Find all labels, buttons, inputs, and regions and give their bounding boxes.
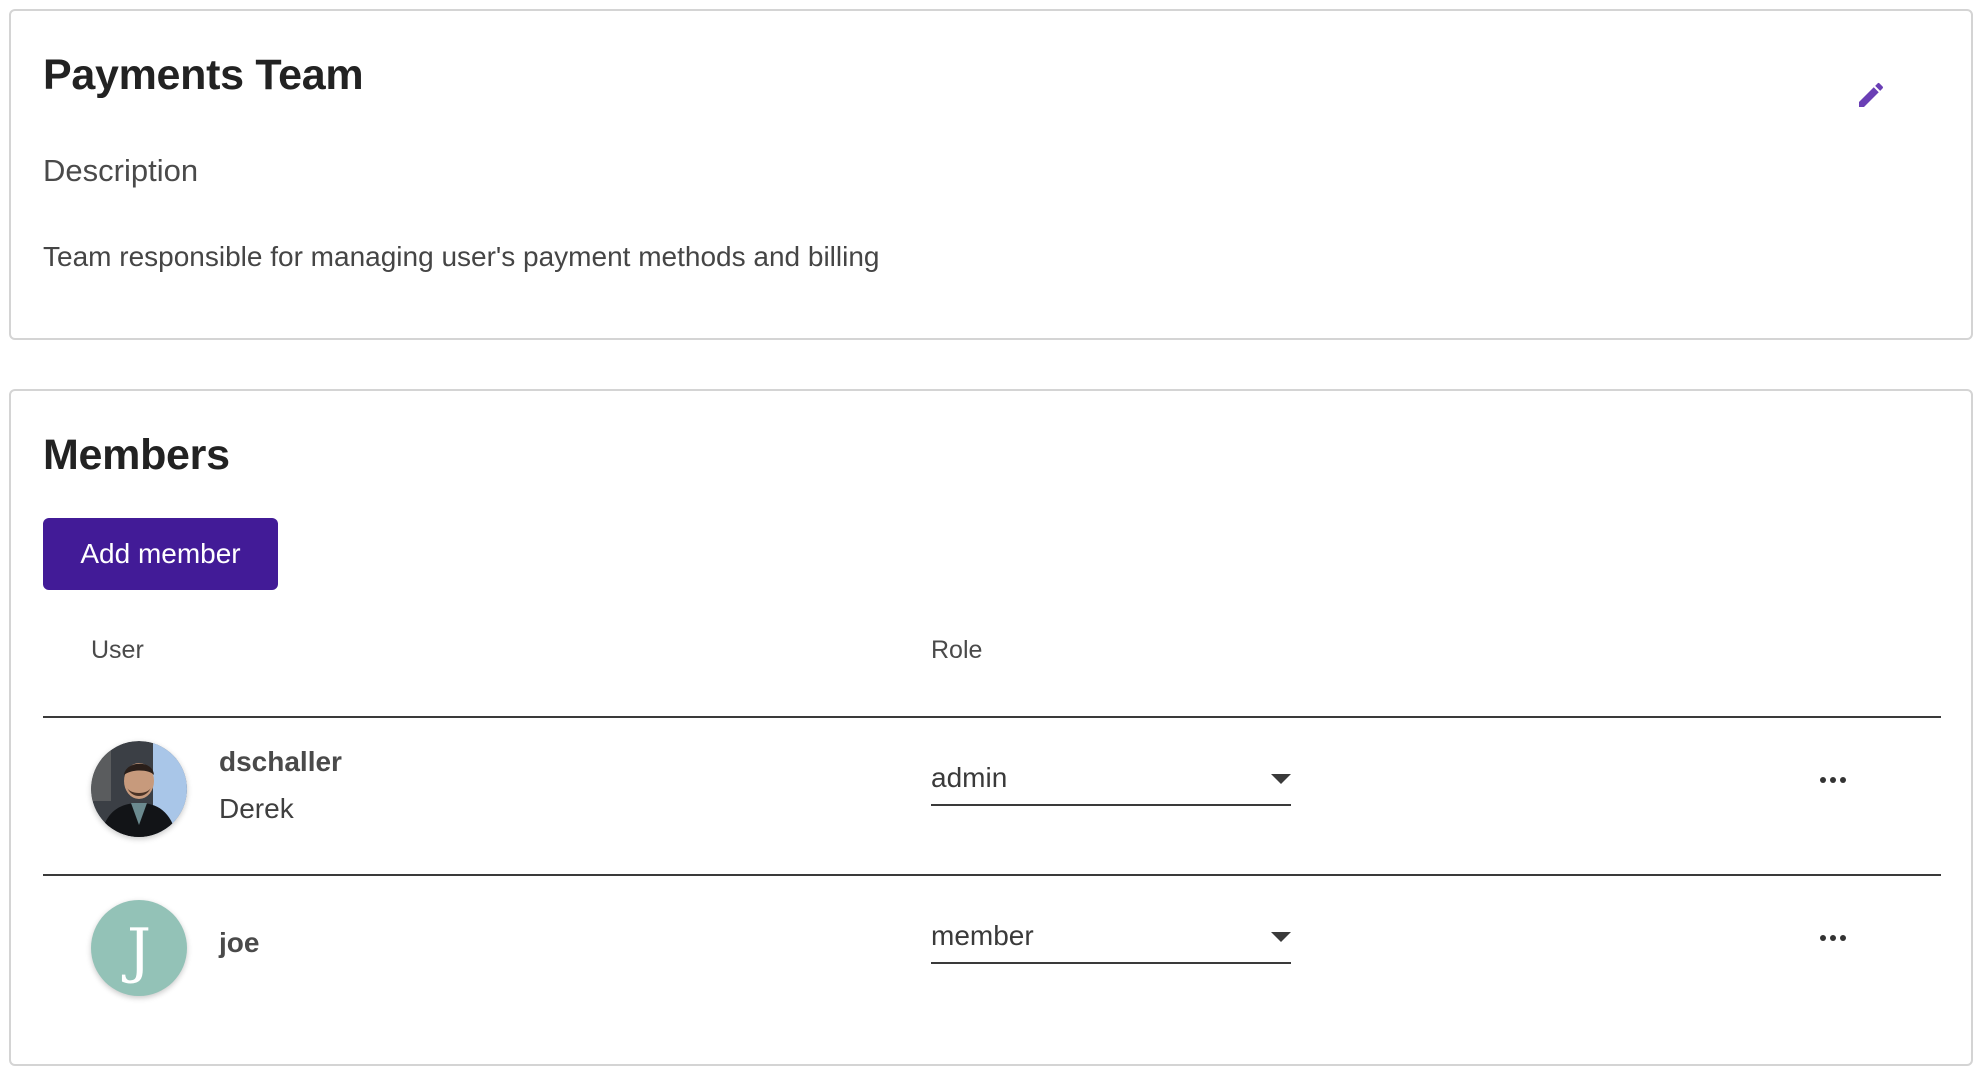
- caret-down-icon: [1271, 774, 1291, 784]
- more-horizontal-icon: [1820, 935, 1846, 941]
- more-horizontal-icon: [1820, 777, 1846, 783]
- pencil-icon: [1859, 82, 1884, 107]
- edit-team-button[interactable]: [1849, 73, 1893, 117]
- member-full-name: Derek: [219, 793, 294, 824]
- role-value: member: [931, 920, 1034, 951]
- role-select[interactable]: admin: [931, 754, 1291, 806]
- row-actions-button[interactable]: [1811, 916, 1855, 960]
- team-title: Payments Team: [43, 51, 364, 99]
- description-label: Description: [43, 153, 199, 188]
- role-value: admin: [931, 762, 1008, 793]
- avatar-letter: J: [126, 916, 152, 986]
- row-actions-button[interactable]: [1811, 758, 1855, 802]
- members-card: Members Add member User Role dschaller D…: [9, 389, 1973, 1066]
- team-info-card: Payments Team Description Team responsib…: [9, 9, 1973, 340]
- avatar: [91, 741, 187, 837]
- member-username: joe: [219, 927, 260, 958]
- column-header-user: User: [91, 636, 144, 664]
- member-username: dschaller: [219, 746, 342, 777]
- caret-down-icon: [1271, 932, 1291, 942]
- avatar-photo: [91, 741, 187, 837]
- add-member-button[interactable]: Add member: [43, 518, 278, 590]
- description-text: Team responsible for managing user's pay…: [43, 241, 880, 272]
- role-select[interactable]: member: [931, 912, 1291, 964]
- table-divider: [43, 874, 1941, 876]
- table-divider: [43, 716, 1941, 718]
- avatar: J: [91, 900, 187, 996]
- members-title: Members: [43, 431, 230, 479]
- column-header-role: Role: [931, 636, 983, 664]
